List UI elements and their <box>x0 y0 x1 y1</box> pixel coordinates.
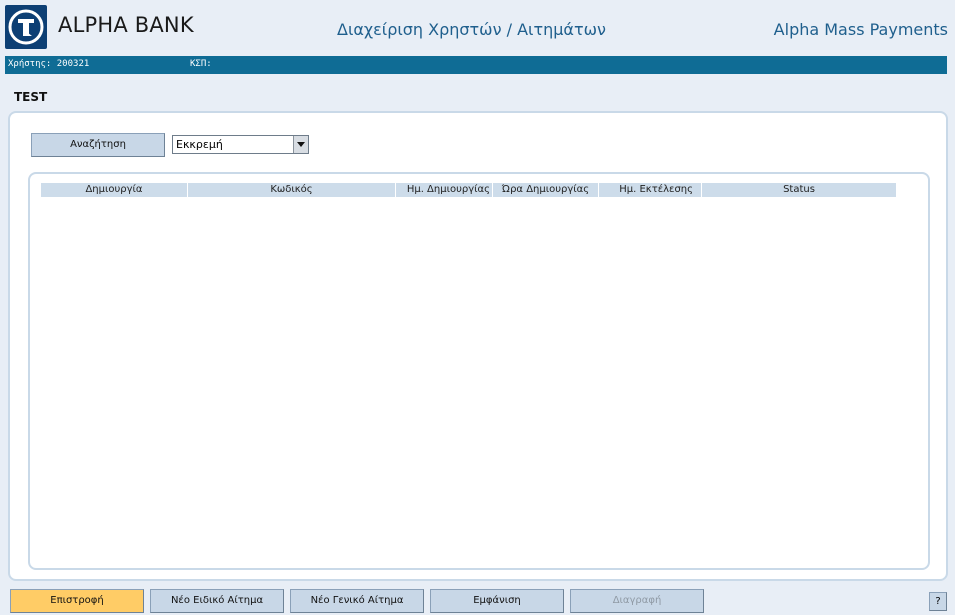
user-label: Χρήστης: 200321 <box>8 59 90 69</box>
alpha-bank-logo-icon <box>5 5 47 49</box>
column-header-execution-date[interactable]: Ημ. Εκτέλεσης <box>599 183 702 197</box>
view-button[interactable]: Εμφάνιση <box>430 589 564 613</box>
main-panel: Αναζήτηση Εκκρεμή Δημιουργία Κωδικός Ημ.… <box>8 111 948 581</box>
header: ALPHA BANK Διαχείριση Χρηστών / Αιτημάτω… <box>0 0 955 55</box>
page-title: TEST <box>14 90 48 104</box>
status-select-value: Εκκρεμή <box>176 138 223 151</box>
results-grid: Δημιουργία Κωδικός Ημ. Δημιουργίας Ώρα Δ… <box>28 172 930 570</box>
ksp-label: ΚΣΠ: <box>190 59 212 69</box>
app-name: Alpha Mass Payments <box>773 20 948 39</box>
section-title: Διαχείριση Χρηστών / Αιτημάτων <box>337 20 606 39</box>
new-special-request-button[interactable]: Νέο Ειδικό Αίτημα <box>150 589 284 613</box>
user-bar: Χρήστης: 200321 ΚΣΠ: <box>5 56 947 74</box>
bank-name: ALPHA BANK <box>58 13 194 37</box>
chevron-down-icon[interactable] <box>293 136 308 153</box>
new-general-request-button[interactable]: Νέο Γενικό Αίτημα <box>290 589 424 613</box>
help-button[interactable]: ? <box>929 592 947 611</box>
footer-toolbar: Επιστροφή Νέο Ειδικό Αίτημα Νέο Γενικό Α… <box>0 589 955 615</box>
column-header-status[interactable]: Status <box>702 183 896 197</box>
delete-button[interactable]: Διαγραφή <box>570 589 704 613</box>
back-button[interactable]: Επιστροφή <box>10 589 144 613</box>
grid-header: Δημιουργία Κωδικός Ημ. Δημιουργίας Ώρα Δ… <box>41 183 896 197</box>
search-button[interactable]: Αναζήτηση <box>31 133 165 157</box>
column-header-creation-time[interactable]: Ώρα Δημιουργίας <box>493 183 599 197</box>
status-select[interactable]: Εκκρεμή <box>172 135 309 154</box>
column-header-code[interactable]: Κωδικός <box>188 183 396 197</box>
column-header-creation-date[interactable]: Ημ. Δημιουργίας <box>396 183 493 197</box>
column-header-creation[interactable]: Δημιουργία <box>41 183 188 197</box>
